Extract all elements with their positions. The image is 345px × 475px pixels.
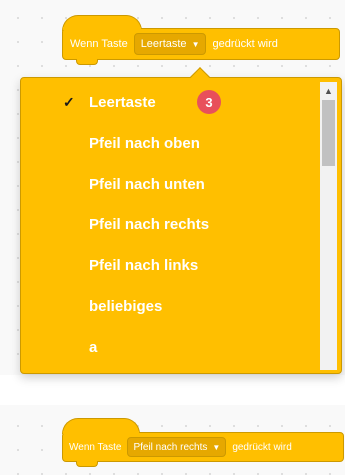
canvas-divider — [0, 375, 345, 405]
hat-cap-joint — [63, 431, 139, 434]
menu-item-label: beliebiges — [89, 297, 163, 315]
when-key-pressed-block-result[interactable]: Wenn Taste Pfeil nach rechts ▼ gedrückt … — [62, 432, 344, 462]
dropdown-arrow-icon: ▼ — [212, 442, 221, 452]
menu-item-label: Pfeil nach rechts — [89, 215, 210, 233]
menu-item-label: Leertaste — [89, 93, 156, 111]
menu-item-label: Pfeil nach links — [89, 256, 199, 274]
menu-item-pfeil-nach-links[interactable]: Pfeil nach links — [21, 245, 317, 285]
menu-item-a[interactable]: a — [21, 327, 317, 367]
menu-item-pfeil-nach-oben[interactable]: Pfeil nach oben — [21, 123, 317, 163]
block-prefix-text: Wenn Taste — [70, 38, 128, 50]
block-suffix-text: gedrückt wird — [212, 38, 278, 50]
key-dropdown[interactable]: Pfeil nach rechts ▼ — [127, 437, 227, 457]
menu-item-leertaste[interactable]: ✓ Leertaste 3 — [21, 82, 317, 122]
menu-item-pfeil-nach-rechts[interactable]: Pfeil nach rechts — [21, 204, 317, 244]
key-dropdown-value: Leertaste — [140, 38, 187, 50]
key-dropdown-value: Pfeil nach rechts — [133, 441, 208, 453]
when-key-pressed-block[interactable]: Wenn Taste Leertaste ▼ gedrückt wird — [62, 28, 340, 60]
menu-item-label: Pfeil nach oben — [89, 134, 200, 152]
menu-item-pfeil-nach-unten[interactable]: Pfeil nach unten — [21, 164, 317, 204]
block-prefix-text: Wenn Taste — [69, 441, 122, 453]
checkmark-icon: ✓ — [63, 93, 75, 110]
scrollbar-thumb[interactable] — [322, 100, 335, 166]
menu-item-label: Pfeil nach unten — [89, 175, 205, 193]
step-number-badge: 3 — [197, 90, 221, 114]
menu-item-label: a — [89, 338, 98, 356]
key-dropdown-menu: ✓ Leertaste 3 Pfeil nach oben Pfeil nach… — [20, 77, 342, 374]
menu-item-beliebiges[interactable]: beliebiges — [21, 286, 317, 326]
key-dropdown[interactable]: Leertaste ▼ — [133, 33, 207, 55]
hat-cap-joint — [63, 27, 141, 30]
dropdown-arrow-icon: ▼ — [191, 39, 200, 49]
menu-scrollbar[interactable]: ▲ — [320, 82, 337, 370]
block-suffix-text: gedrückt wird — [232, 441, 292, 453]
block-notch — [76, 461, 98, 467]
scroll-up-arrow-icon[interactable]: ▲ — [320, 82, 337, 99]
block-notch — [76, 59, 98, 65]
